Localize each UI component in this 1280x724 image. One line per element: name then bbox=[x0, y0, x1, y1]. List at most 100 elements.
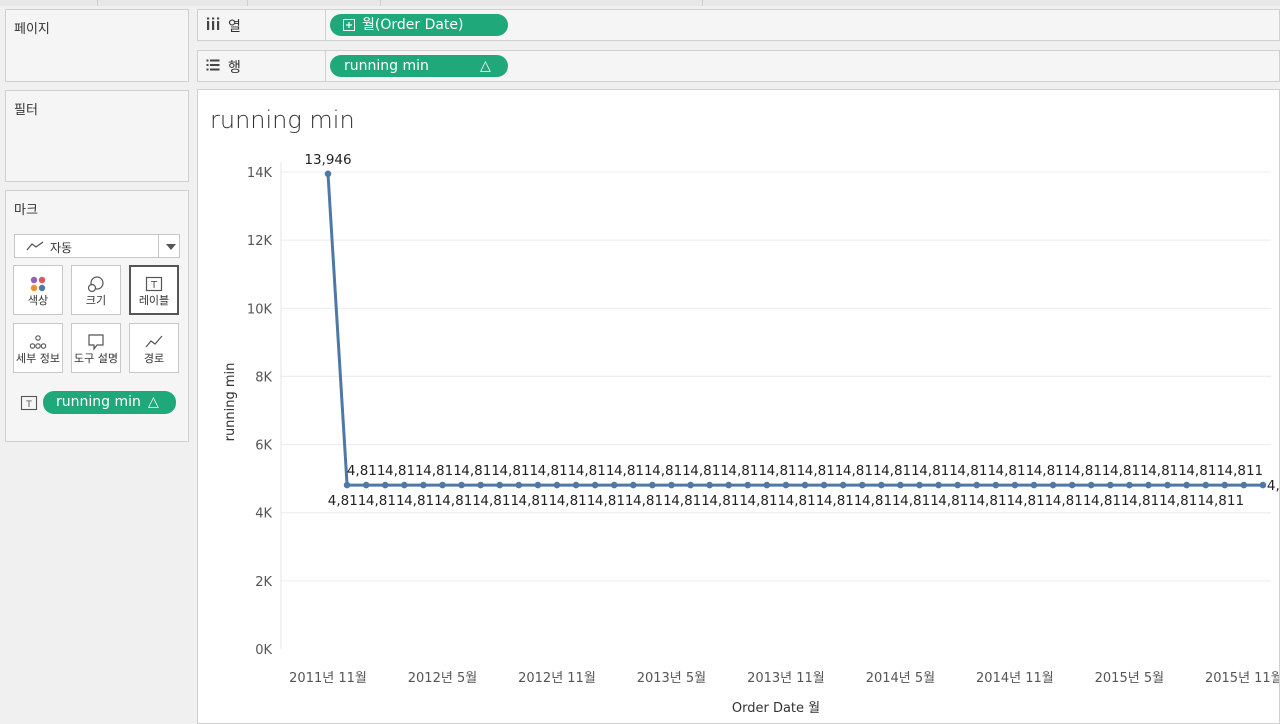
columns-pill-order-date[interactable]: 월(Order Date) bbox=[330, 14, 508, 36]
data-point[interactable] bbox=[878, 481, 885, 489]
expand-plus-icon[interactable] bbox=[343, 19, 355, 31]
x-tick-label: 2014년 11월 bbox=[976, 671, 1054, 686]
y-tick-label: 14K bbox=[247, 166, 273, 181]
data-label: 4,811 bbox=[652, 463, 691, 479]
table-calc-delta-icon: △ bbox=[148, 394, 159, 410]
data-point[interactable] bbox=[1183, 481, 1190, 489]
data-point[interactable] bbox=[1221, 481, 1229, 489]
label-field-icon: T bbox=[20, 395, 38, 411]
data-point[interactable] bbox=[1202, 481, 1209, 489]
data-label: 4,811 bbox=[461, 463, 500, 479]
data-point[interactable] bbox=[420, 481, 427, 489]
data-point[interactable] bbox=[763, 481, 771, 489]
data-label: 4,811 bbox=[347, 463, 386, 479]
data-point[interactable] bbox=[935, 481, 942, 489]
data-point[interactable] bbox=[1259, 481, 1267, 489]
data-point[interactable] bbox=[954, 481, 961, 489]
data-label: 4,811 bbox=[1110, 463, 1149, 479]
data-point[interactable] bbox=[1049, 481, 1057, 489]
data-point[interactable] bbox=[1068, 481, 1076, 489]
path-button[interactable]: 경로 bbox=[129, 323, 179, 373]
data-label: 4,811 bbox=[366, 493, 405, 509]
rows-shelf-label: 행 bbox=[198, 51, 326, 81]
rows-pill-text: running min bbox=[344, 58, 429, 74]
data-point[interactable] bbox=[515, 481, 523, 489]
data-point[interactable] bbox=[401, 481, 408, 489]
y-tick-label: 6K bbox=[255, 439, 272, 454]
data-point[interactable] bbox=[668, 481, 675, 489]
data-point[interactable] bbox=[343, 481, 351, 489]
data-point[interactable] bbox=[649, 481, 656, 489]
detail-dots-icon bbox=[29, 335, 47, 349]
mark-type-dropdown[interactable]: 자동 bbox=[14, 234, 180, 258]
tooltip-button[interactable]: 도구 설명 bbox=[71, 323, 121, 373]
data-point[interactable] bbox=[782, 481, 790, 489]
data-point[interactable] bbox=[744, 481, 752, 489]
color-button[interactable]: 색상 bbox=[13, 265, 63, 315]
data-point[interactable] bbox=[477, 481, 484, 489]
data-point[interactable] bbox=[1145, 481, 1152, 489]
label-field-pill[interactable]: running min △ bbox=[43, 391, 176, 414]
data-point[interactable] bbox=[534, 481, 542, 489]
y-tick-label: 8K bbox=[255, 370, 272, 385]
size-circles-icon bbox=[87, 276, 104, 293]
data-label: 4,811 bbox=[519, 493, 558, 509]
data-point[interactable] bbox=[973, 481, 981, 489]
data-point[interactable] bbox=[553, 481, 561, 489]
data-point[interactable] bbox=[1011, 481, 1019, 489]
data-point[interactable] bbox=[916, 481, 923, 489]
filters-shelf[interactable]: 필터 bbox=[5, 90, 189, 182]
data-label: 4,811 bbox=[938, 493, 977, 509]
columns-shelf[interactable]: 열 월(Order Date) bbox=[197, 9, 1280, 41]
data-point[interactable] bbox=[706, 481, 713, 489]
label-button[interactable]: T 레이블 bbox=[129, 265, 179, 315]
data-point[interactable] bbox=[572, 481, 580, 489]
data-point[interactable] bbox=[1106, 481, 1114, 489]
data-point[interactable] bbox=[1087, 481, 1095, 489]
x-tick-label: 2012년 5월 bbox=[408, 671, 477, 686]
label-field-pill-text: running min bbox=[56, 394, 141, 410]
rows-shelf[interactable]: 행 running min △ bbox=[197, 50, 1280, 82]
data-point[interactable] bbox=[687, 481, 694, 489]
detail-button[interactable]: 세부 정보 bbox=[13, 323, 63, 373]
data-point[interactable] bbox=[1164, 481, 1171, 489]
data-point[interactable] bbox=[439, 481, 446, 489]
data-point[interactable] bbox=[839, 481, 847, 489]
pages-title: 페이지 bbox=[14, 22, 50, 37]
data-point[interactable] bbox=[610, 481, 618, 489]
data-point[interactable] bbox=[458, 481, 465, 489]
data-label: 4,811 bbox=[1225, 463, 1264, 479]
color-button-label: 색상 bbox=[27, 294, 49, 307]
data-label: 4,811 bbox=[328, 493, 367, 509]
dropdown-divider bbox=[158, 235, 159, 257]
data-label: 4,811 bbox=[1015, 493, 1054, 509]
data-point[interactable] bbox=[629, 481, 637, 489]
data-label: 4,811 bbox=[1148, 463, 1187, 479]
size-button-label: 크기 bbox=[85, 294, 107, 307]
data-point[interactable] bbox=[591, 481, 599, 489]
data-point[interactable] bbox=[496, 481, 504, 489]
data-point[interactable] bbox=[324, 170, 332, 178]
detail-button-label: 세부 정보 bbox=[16, 352, 60, 365]
data-point[interactable] bbox=[362, 481, 370, 489]
data-label: 4,811 bbox=[499, 463, 538, 479]
data-point[interactable] bbox=[820, 481, 828, 489]
data-label: 4,811 bbox=[881, 463, 920, 479]
x-tick-label: 2012년 11월 bbox=[518, 671, 596, 686]
pages-shelf[interactable]: 페이지 bbox=[5, 9, 189, 82]
data-point[interactable] bbox=[801, 481, 809, 489]
data-point[interactable] bbox=[1240, 481, 1248, 489]
data-label: 4,811 bbox=[1167, 493, 1206, 509]
data-point[interactable] bbox=[381, 481, 389, 489]
data-point[interactable] bbox=[1126, 481, 1133, 489]
x-tick-label: 2011년 11월 bbox=[289, 671, 367, 686]
data-point[interactable] bbox=[725, 481, 732, 489]
data-label: 4,811 bbox=[385, 463, 424, 479]
series-line bbox=[326, 173, 1263, 487]
data-point[interactable] bbox=[992, 481, 1000, 489]
data-point[interactable] bbox=[858, 481, 866, 489]
size-button[interactable]: 크기 bbox=[71, 265, 121, 315]
data-point[interactable] bbox=[897, 481, 904, 489]
rows-pill-running-min[interactable]: running min △ bbox=[330, 55, 508, 77]
data-point[interactable] bbox=[1030, 481, 1038, 489]
